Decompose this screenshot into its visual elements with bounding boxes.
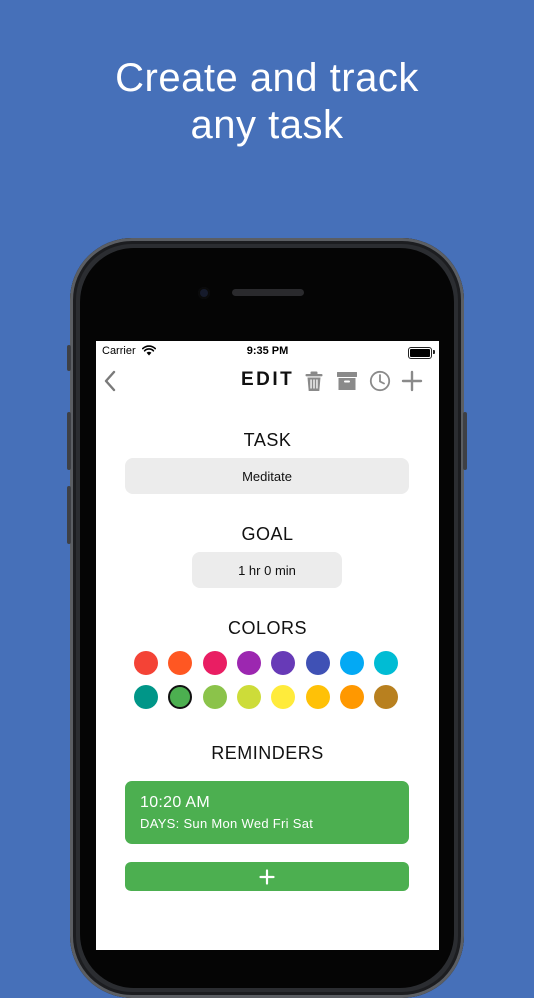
color-swatch[interactable] — [271, 685, 296, 709]
back-chevron-icon[interactable] — [102, 369, 118, 393]
color-swatch[interactable] — [374, 651, 399, 675]
phone-mute-switch — [67, 345, 71, 371]
color-swatch[interactable] — [134, 685, 158, 709]
goal-duration-value: 1 hr 0 min — [238, 562, 296, 578]
task-name-value: Meditate — [242, 468, 292, 484]
nav-bar: EDIT — [96, 367, 439, 395]
reminder-days: DAYS: Sun Mon Wed Fri Sat — [140, 816, 314, 831]
headline-line-1: Create and track — [115, 56, 419, 100]
battery-icon — [408, 347, 435, 359]
color-swatch[interactable] — [134, 651, 158, 675]
add-reminder-plus-icon — [259, 868, 275, 885]
headline: Create and track any task — [0, 55, 534, 149]
phone-volume-up-button — [67, 412, 71, 470]
color-swatch[interactable] — [202, 651, 227, 675]
plus-icon[interactable] — [401, 370, 423, 392]
clock-icon[interactable] — [369, 370, 391, 392]
status-bar: Carrier 9:35 PM — [96, 341, 439, 361]
task-section-title: TASK — [243, 430, 292, 450]
color-swatch[interactable] — [168, 685, 193, 709]
app-screen: Carrier 9:35 PM EDIT TASK Meditate GOAL … — [96, 341, 439, 950]
color-swatch[interactable] — [236, 651, 261, 675]
color-swatch[interactable] — [305, 651, 330, 675]
color-swatch[interactable] — [202, 685, 227, 709]
earpiece-speaker — [232, 289, 304, 296]
colors-section-title: COLORS — [227, 618, 308, 638]
reminder-time: 10:20 AM — [140, 794, 211, 811]
front-camera — [198, 287, 210, 299]
goal-duration-field[interactable]: 1 hr 0 min — [192, 552, 342, 588]
archive-icon[interactable] — [336, 370, 358, 392]
reminder-card[interactable]: 10:20 AM DAYS: Sun Mon Wed Fri Sat — [125, 781, 409, 844]
add-reminder-button[interactable] — [125, 862, 409, 891]
status-time: 9:35 PM — [246, 345, 289, 357]
color-swatch[interactable] — [374, 685, 399, 709]
reminders-section-title: REMINDERS — [211, 743, 324, 763]
color-swatch[interactable] — [339, 685, 364, 709]
headline-line-2: any task — [190, 103, 344, 147]
page-title: EDIT — [241, 369, 295, 390]
goal-section-title: GOAL — [241, 524, 294, 544]
task-name-field[interactable]: Meditate — [125, 458, 409, 494]
color-swatch[interactable] — [271, 651, 296, 675]
color-swatch[interactable] — [236, 685, 261, 709]
phone-power-button — [463, 412, 467, 470]
trash-icon[interactable] — [303, 370, 325, 392]
color-swatch[interactable] — [339, 651, 364, 675]
color-swatch[interactable] — [305, 685, 330, 709]
phone-volume-down-button — [67, 486, 71, 544]
color-swatch[interactable] — [168, 651, 193, 675]
